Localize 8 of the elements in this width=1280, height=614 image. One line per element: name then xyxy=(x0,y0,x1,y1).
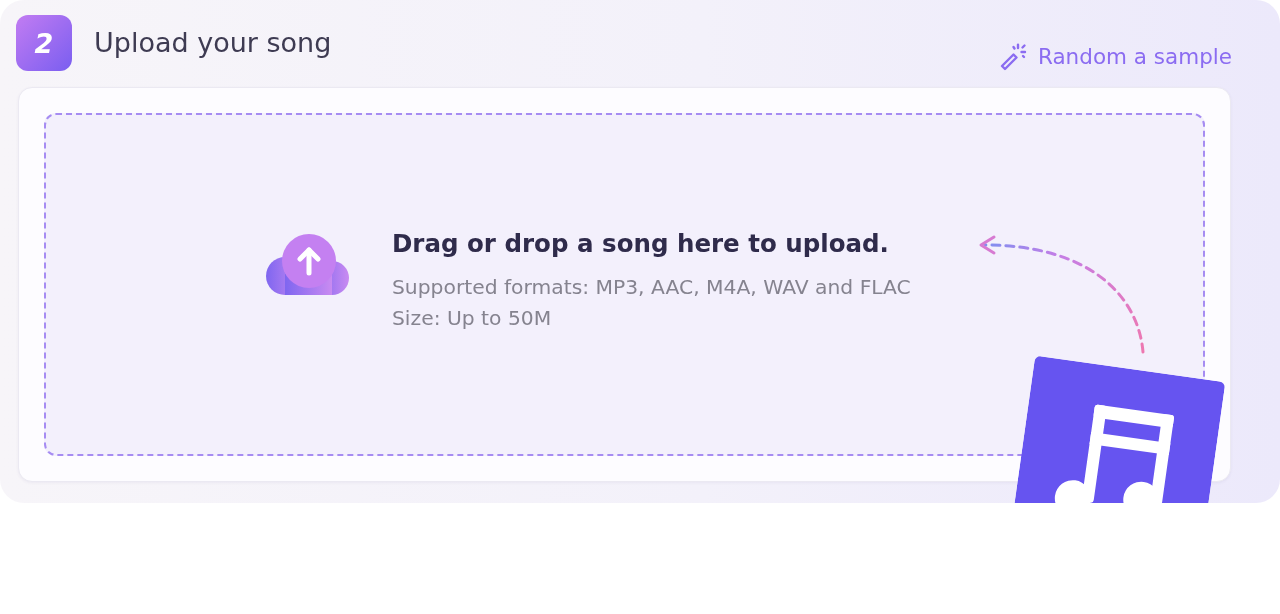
step-number-badge: 2 xyxy=(16,15,72,71)
size-limit-text: Size: Up to 50M xyxy=(392,304,553,332)
upload-dropzone[interactable]: Drag or drop a song here to upload. Supported formats: MP3, AAC, M4A, WAV and FLAC Size: Up to 50M xyxy=(44,113,1205,456)
step-title: Upload your song xyxy=(94,26,332,60)
cloud-upload-icon xyxy=(264,233,350,296)
supported-formats-text: Supported formats: MP3, AAC, M4A, WAV and FLAC xyxy=(392,273,911,301)
magic-wand-icon xyxy=(998,43,1027,71)
dropzone-title: Drag or drop a song here to upload. xyxy=(392,228,890,259)
